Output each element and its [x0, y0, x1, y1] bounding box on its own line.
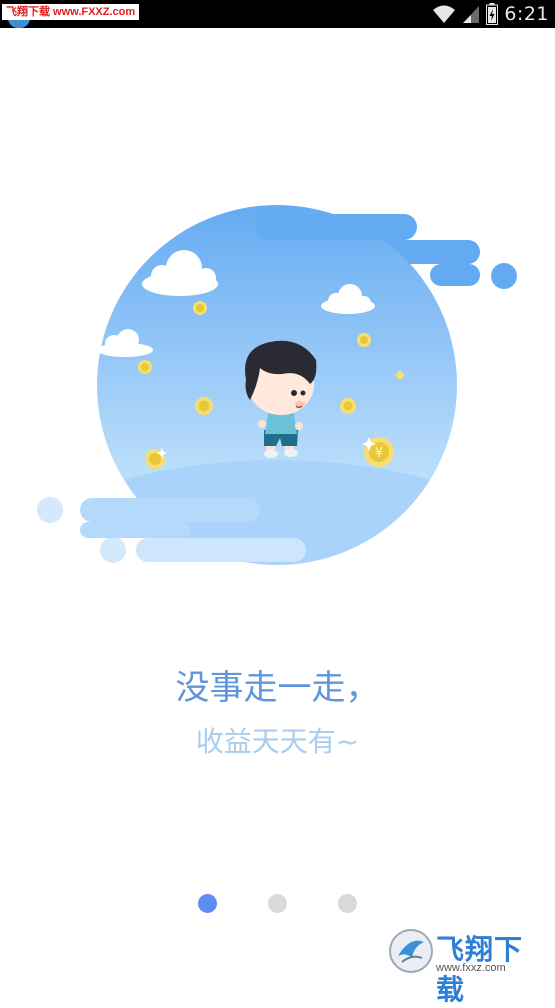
deco-bar: [430, 264, 480, 286]
page-dot-1[interactable]: [198, 894, 217, 913]
coin-icon: [195, 397, 213, 415]
status-bar: 飞翔下载 www.FXXZ.com 6:21: [0, 0, 555, 28]
coin-icon: [396, 371, 404, 379]
watermark-logo: 飞翔下载 www.fxxz.com: [388, 926, 548, 1006]
battery-icon: [486, 3, 499, 25]
deco-bubble: [37, 497, 63, 523]
deco-bubble: [491, 263, 517, 289]
page-dot-2[interactable]: [268, 894, 287, 913]
deco-bar: [80, 498, 260, 522]
signal-icon: [463, 6, 480, 23]
deco-bubble: [100, 537, 126, 563]
wifi-icon: [433, 5, 456, 23]
svg-text:¥: ¥: [375, 446, 383, 461]
walking-boy-illustration: ¥: [37, 205, 517, 565]
sky-top-bar: [255, 214, 417, 240]
onboarding-subline: 收益天天有~: [195, 725, 360, 758]
watermark-top: 飞翔下载 www.FXXZ.com: [2, 4, 140, 20]
coin-icon: [138, 360, 152, 374]
watermark-logo-icon: [389, 929, 433, 973]
coin-icon: [357, 333, 371, 347]
coin-icon: [193, 301, 207, 315]
clock: 6:21: [504, 3, 549, 25]
coin-icon: [340, 398, 356, 414]
onboarding-headline: 没事走一走，: [175, 668, 380, 708]
watermark-url: www.fxxz.com: [436, 962, 506, 974]
page-indicator: [0, 894, 555, 914]
status-icons: 6:21: [432, 2, 549, 26]
page-dot-3[interactable]: [338, 894, 357, 913]
deco-bar: [80, 522, 190, 538]
deco-bar: [136, 538, 306, 562]
